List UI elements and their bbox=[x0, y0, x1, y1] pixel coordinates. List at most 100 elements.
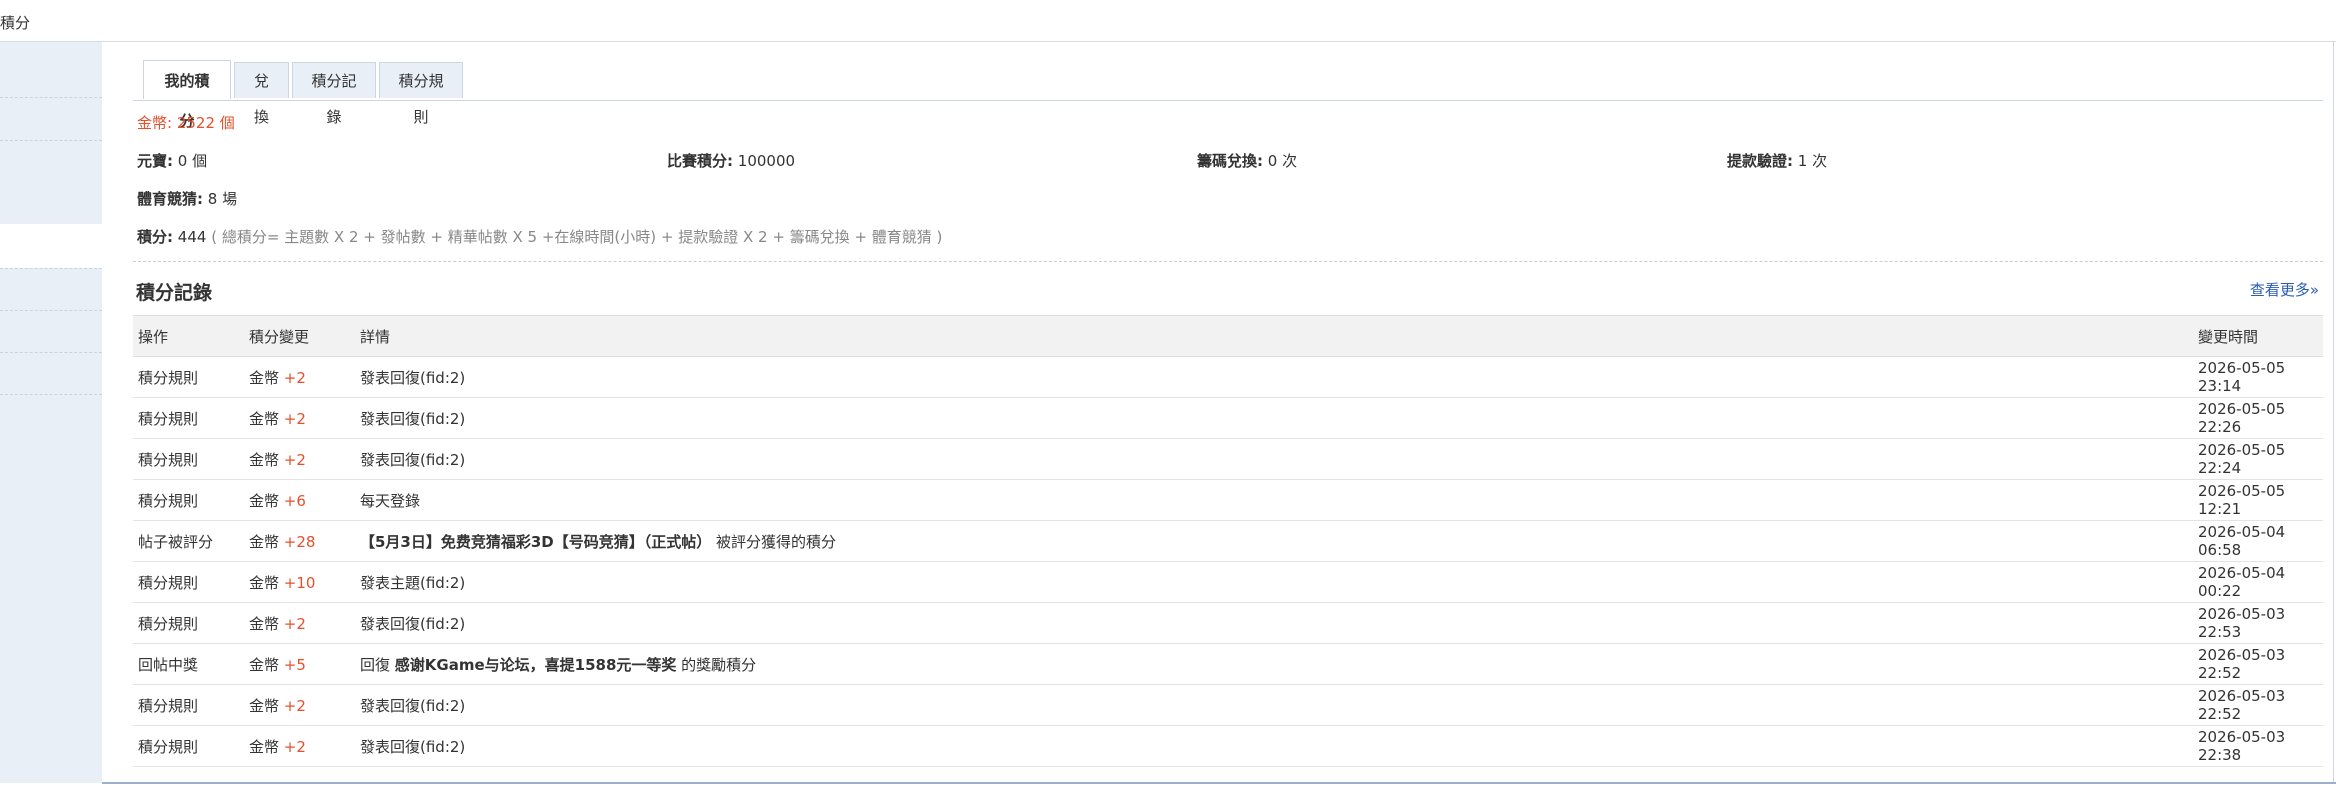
row-detail-text: 發表主題(fid:2) bbox=[360, 573, 466, 592]
top-bar: 積分 bbox=[0, 0, 2336, 42]
row-currency: 金幣 bbox=[249, 409, 280, 428]
table-row: 積分規則 金幣 +2 發表回復(fid:2) 2026-05-03 22:53 bbox=[133, 602, 2323, 644]
row-detail-text: 回復 bbox=[360, 655, 395, 674]
row-detail-text: 發表回復(fid:2) bbox=[360, 614, 466, 633]
sidebar-divider bbox=[0, 140, 102, 142]
row-detail-text: 發表回復(fid:2) bbox=[360, 368, 466, 387]
tab-exchange[interactable]: 兌換 bbox=[234, 62, 289, 126]
total-points-value: 444 bbox=[177, 228, 207, 246]
row-operation: 積分規則 bbox=[133, 356, 244, 398]
table-row: 積分規則 金幣 +2 發表回復(fid:2) 2026-05-05 22:26 bbox=[133, 397, 2323, 439]
row-operation: 積分規則 bbox=[133, 725, 244, 767]
row-time: 2026-05-04 06:58 bbox=[2193, 520, 2323, 562]
row-delta: +2 bbox=[283, 696, 306, 715]
table-row: 回帖中獎 金幣 +5 回復 感谢KGame与论坛，喜提1588元一等奖 的獎勵積分 2… bbox=[133, 643, 2323, 685]
table-row: 積分規則 金幣 +2 發表回復(fid:2) 2026-05-05 23:14 bbox=[133, 356, 2323, 398]
withdraw-verify-value: 1 次 bbox=[1797, 152, 1828, 170]
row-currency: 金幣 bbox=[249, 696, 280, 715]
row-points-change: 金幣 +6 bbox=[244, 479, 355, 521]
row-points-change: 金幣 +28 bbox=[244, 520, 355, 562]
gold-value: 2522 個 bbox=[176, 114, 235, 132]
row-points-change: 金幣 +2 bbox=[244, 725, 355, 767]
row-detail-text: 每天登錄 bbox=[360, 491, 421, 510]
row-points-change: 金幣 +2 bbox=[244, 602, 355, 644]
total-points-stat: 積分: 444 ( 總積分= 主題數 X 2 + 發帖數 + 精華帖數 X 5 … bbox=[137, 226, 942, 247]
row-detail: 發表回復(fid:2) bbox=[355, 438, 2193, 480]
row-currency: 金幣 bbox=[249, 532, 280, 551]
table-row: 積分規則 金幣 +2 發表回復(fid:2) 2026-05-05 22:24 bbox=[133, 438, 2323, 480]
row-points-change: 金幣 +2 bbox=[244, 356, 355, 398]
row-currency: 金幣 bbox=[249, 737, 280, 756]
row-detail: 發表回復(fid:2) bbox=[355, 602, 2193, 644]
total-points-label: 積分: bbox=[137, 228, 173, 246]
records-table: 操作 積分變更 詳情 變更時間 積分規則 金幣 +2 發表回復(fid:2) 2026… bbox=[133, 315, 2323, 767]
row-delta: +5 bbox=[283, 655, 306, 674]
row-time: 2026-05-05 12:21 bbox=[2193, 479, 2323, 521]
row-operation: 積分規則 bbox=[133, 438, 244, 480]
row-detail: 【5月3日】免费竞猜福彩3D【号码竞猜】（正式帖） 被評分獲得的積分 bbox=[355, 520, 2193, 562]
tab-bar: 我的積分 兌換 積分記錄 積分規則 bbox=[133, 60, 2323, 130]
row-operation: 積分規則 bbox=[133, 397, 244, 439]
row-detail-text: 發表回復(fid:2) bbox=[360, 696, 466, 715]
section-divider bbox=[133, 261, 2323, 262]
row-currency: 金幣 bbox=[249, 491, 280, 510]
row-detail: 每天登錄 bbox=[355, 479, 2193, 521]
row-detail-suffix: 被評分獲得的積分 bbox=[711, 532, 837, 551]
row-delta: +2 bbox=[283, 409, 306, 428]
points-formula: ( 總積分= 主題數 X 2 + 發帖數 + 精華帖數 X 5 +在線時間(小時… bbox=[211, 228, 943, 246]
row-delta: +2 bbox=[283, 737, 306, 756]
sidebar-divider bbox=[0, 394, 102, 396]
gold-summary: 金幣: 2522 個 bbox=[137, 112, 235, 133]
sidebar bbox=[0, 42, 102, 783]
match-points-value: 100000 bbox=[737, 152, 796, 170]
row-detail: 發表回復(fid:2) bbox=[355, 684, 2193, 726]
row-operation: 回帖中獎 bbox=[133, 643, 244, 685]
row-time: 2026-05-03 22:38 bbox=[2193, 725, 2323, 767]
row-detail: 發表主題(fid:2) bbox=[355, 561, 2193, 603]
tab-points-log[interactable]: 積分記錄 bbox=[292, 62, 376, 126]
row-detail: 回復 感谢KGame与论坛，喜提1588元一等奖 的獎勵積分 bbox=[355, 643, 2193, 685]
row-time: 2026-05-03 22:53 bbox=[2193, 602, 2323, 644]
withdraw-verify-label: 提款驗證: bbox=[1727, 152, 1793, 170]
row-detail-text: 發表回復(fid:2) bbox=[360, 737, 466, 756]
sports-guess-stat: 體育競猜: 8 場 bbox=[137, 188, 237, 209]
chip-exchange-label: 籌碼兌換: bbox=[1197, 152, 1263, 170]
column-header-detail: 詳情 bbox=[355, 315, 2193, 357]
row-delta: +2 bbox=[283, 614, 306, 633]
frame-right-border bbox=[2333, 42, 2334, 783]
row-time: 2026-05-03 22:52 bbox=[2193, 643, 2323, 685]
sports-guess-label: 體育競猜: bbox=[137, 190, 203, 208]
tab-my-points[interactable]: 我的積分 bbox=[143, 60, 231, 130]
row-detail: 發表回復(fid:2) bbox=[355, 356, 2193, 398]
row-currency: 金幣 bbox=[249, 655, 280, 674]
row-currency: 金幣 bbox=[249, 450, 280, 469]
yuanbao-stat: 元寶: 0 個 bbox=[137, 150, 207, 171]
row-detail-text: 發表回復(fid:2) bbox=[360, 450, 466, 469]
table-row: 積分規則 金幣 +2 發表回復(fid:2) 2026-05-03 22:52 bbox=[133, 684, 2323, 726]
row-detail-thread-link[interactable]: 【5月3日】免费竞猜福彩3D【号码竞猜】（正式帖） bbox=[360, 533, 711, 551]
chip-exchange-value: 0 次 bbox=[1267, 152, 1298, 170]
row-time: 2026-05-05 22:24 bbox=[2193, 438, 2323, 480]
row-detail-thread-link[interactable]: 感谢KGame与论坛，喜提1588元一等奖 bbox=[395, 656, 677, 674]
row-time: 2026-05-05 22:26 bbox=[2193, 397, 2323, 439]
tab-points-rules[interactable]: 積分規則 bbox=[379, 62, 463, 126]
row-detail: 發表回復(fid:2) bbox=[355, 725, 2193, 767]
view-more-link[interactable]: 查看更多» bbox=[2250, 279, 2319, 300]
row-currency: 金幣 bbox=[249, 368, 280, 387]
row-delta: +10 bbox=[283, 573, 316, 592]
sidebar-item-active[interactable] bbox=[0, 224, 102, 268]
row-delta: +2 bbox=[283, 450, 306, 469]
row-detail-suffix: 的獎勵積分 bbox=[676, 655, 757, 674]
row-points-change: 金幣 +2 bbox=[244, 438, 355, 480]
sports-guess-value: 8 場 bbox=[207, 190, 238, 208]
row-operation: 積分規則 bbox=[133, 479, 244, 521]
row-operation: 積分規則 bbox=[133, 561, 244, 603]
main-content: 我的積分 兌換 積分記錄 積分規則 金幣: 2522 個 元寶: 0 個 比賽積… bbox=[133, 42, 2323, 782]
table-row: 積分規則 金幣 +2 發表回復(fid:2) 2026-05-03 22:38 bbox=[133, 725, 2323, 767]
row-time: 2026-05-03 22:52 bbox=[2193, 684, 2323, 726]
row-currency: 金幣 bbox=[249, 573, 280, 592]
yuanbao-value: 0 個 bbox=[177, 152, 208, 170]
row-points-change: 金幣 +5 bbox=[244, 643, 355, 685]
row-points-change: 金幣 +2 bbox=[244, 397, 355, 439]
row-points-change: 金幣 +10 bbox=[244, 561, 355, 603]
